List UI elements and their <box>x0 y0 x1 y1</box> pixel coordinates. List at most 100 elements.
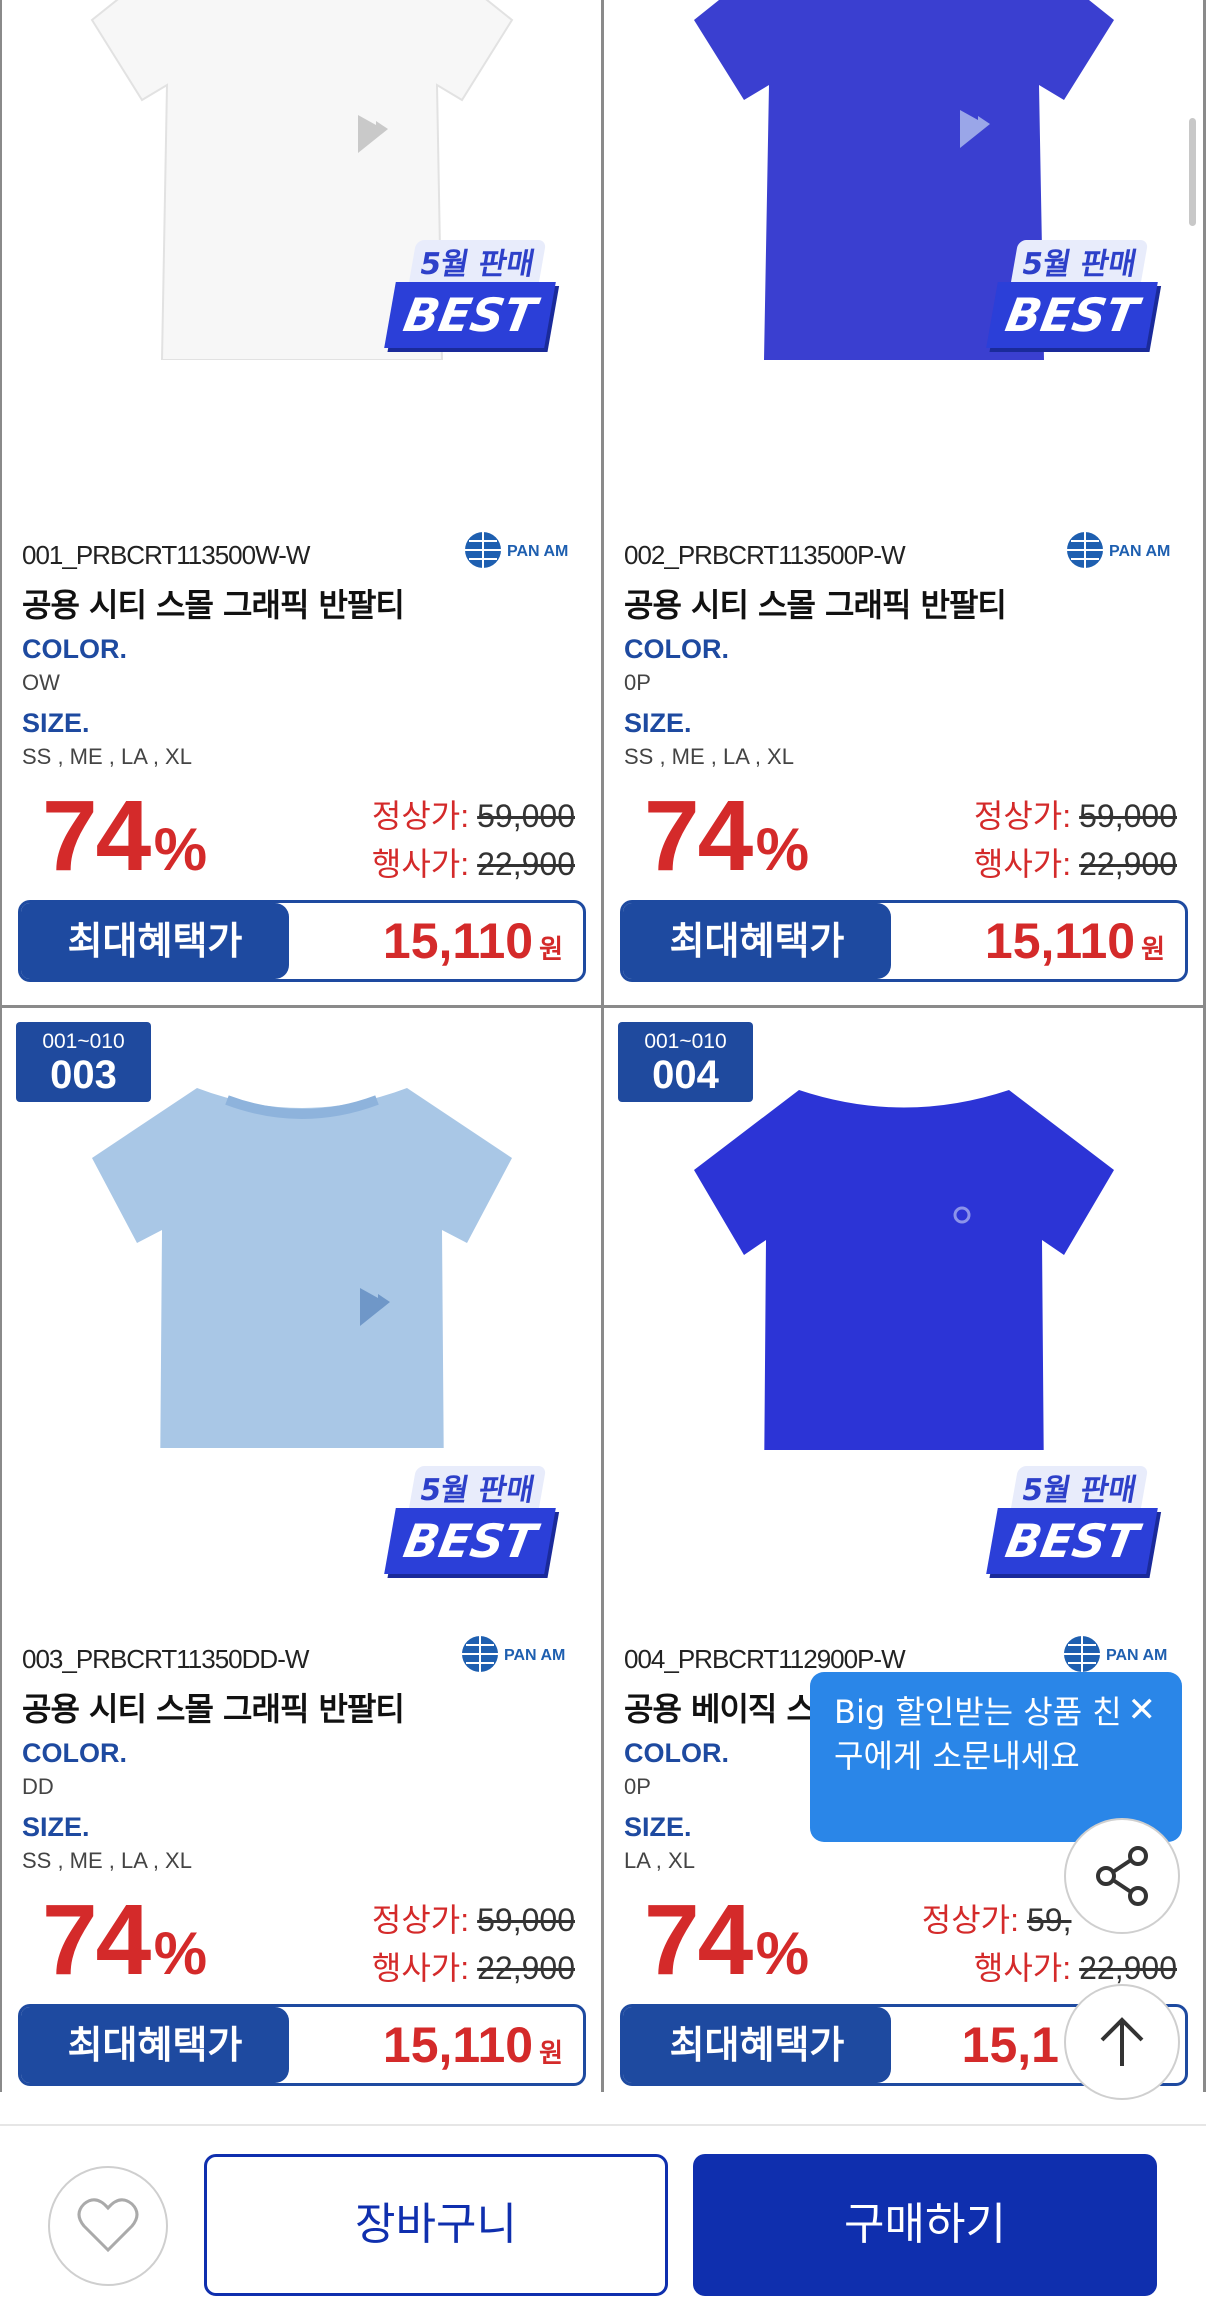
best-badge: 5월 판매 BEST <box>382 1466 556 1586</box>
benefit-label: 최대혜택가 <box>623 903 891 979</box>
benefit-label: 최대혜택가 <box>623 2007 891 2083</box>
buy-button[interactable]: 구매하기 <box>693 2154 1157 2296</box>
product-card[interactable]: 5월 판매 BEST 002_PRBCRT113500P-W PAN AM 공용… <box>604 0 1205 1005</box>
discount-number: 74 <box>644 780 753 892</box>
best-badge: 5월 판매 BEST <box>382 240 556 360</box>
brand-logo: PAN AM <box>465 532 568 568</box>
product-code: 004_PRBCRT112900P-W <box>624 1644 906 1674</box>
discount-percent: % <box>153 1920 208 1987</box>
regular-price-label: 정상가: <box>371 1902 470 1938</box>
regular-price-label: 정상가: <box>371 798 470 834</box>
color-label: COLOR. <box>22 1738 127 1768</box>
discount-percent: % <box>755 816 810 883</box>
size-value: SS , ME , LA , XL <box>22 1848 192 1873</box>
regular-price: 59,000 <box>477 798 575 834</box>
discount-percent: % <box>755 1920 810 1987</box>
bottom-action-bar: 장바구니 구매하기 <box>0 2124 1206 2323</box>
benefit-label: 최대혜택가 <box>21 903 289 979</box>
color-label: COLOR. <box>22 634 127 664</box>
size-label: SIZE. <box>22 708 90 738</box>
benefit-price: 15,1 <box>961 2017 1059 2073</box>
benefit-amount: 15,1 <box>961 2007 1065 2083</box>
brand-logo: PAN AM <box>462 1636 565 1672</box>
event-price-label: 행사가: <box>371 1950 470 1986</box>
event-price-label: 행사가: <box>371 846 470 882</box>
event-price: 22,900 <box>1079 1950 1177 1986</box>
discount-percent: % <box>153 816 208 883</box>
size-value: SS , ME , LA , XL <box>624 744 794 769</box>
event-price: 22,900 <box>1079 846 1177 882</box>
number-range: 001~010 <box>644 1030 727 1053</box>
price-block: 정상가: 59,000 행사가: 22,900 <box>974 792 1177 888</box>
color-value: 0P <box>624 1774 651 1799</box>
benefit-price: 15,110 <box>382 2017 534 2073</box>
brand-logo: PAN AM <box>1064 1636 1167 1672</box>
color-label: COLOR. <box>624 1738 729 1768</box>
discount-rate: 74 % <box>42 786 207 886</box>
benefit-amount: 15,110 원 <box>984 903 1165 979</box>
benefit-amount: 15,110 원 <box>383 903 563 979</box>
scrollbar[interactable] <box>1189 118 1196 226</box>
product-name[interactable]: 공용 시티 스몰 그래픽 반팔티 <box>22 1684 405 1730</box>
close-icon[interactable]: ✕ <box>1128 1688 1157 1732</box>
best-badge-text: BEST <box>986 1508 1158 1574</box>
currency-unit: 원 <box>539 2038 563 2068</box>
product-image[interactable] <box>644 1090 1164 1450</box>
size-label: SIZE. <box>624 708 692 738</box>
event-price: 22,900 <box>477 1950 575 1986</box>
event-price: 22,900 <box>477 846 575 882</box>
best-badge: 5월 판매 BEST <box>984 240 1158 360</box>
regular-price-label: 정상가: <box>973 798 1072 834</box>
product-name[interactable]: 공용 시티 스몰 그래픽 반팔티 <box>22 580 405 626</box>
benefit-amount: 15,110 원 <box>382 2007 563 2083</box>
discount-rate: 74 % <box>644 786 809 886</box>
best-badge: 5월 판매 BEST <box>984 1466 1158 1586</box>
tooltip-text: Big 할인받는 상품 친구에게 소문내세요 <box>834 1693 1122 1775</box>
color-value: OW <box>22 670 60 695</box>
share-tooltip: Big 할인받는 상품 친구에게 소문내세요 ✕ <box>810 1672 1182 1842</box>
currency-unit: 원 <box>1141 934 1165 964</box>
wishlist-button[interactable] <box>48 2166 168 2286</box>
scroll-top-button[interactable] <box>1064 1984 1180 2100</box>
product-card[interactable]: 5월 판매 BEST 001_PRBCRT113500W-W PAN AM 공용… <box>2 0 603 1005</box>
share-button[interactable] <box>1064 1818 1180 1934</box>
svg-text:PAN AM: PAN AM <box>504 1647 565 1664</box>
size-value: LA , XL <box>624 1848 695 1873</box>
size-label: SIZE. <box>22 1812 90 1842</box>
svg-text:PAN AM: PAN AM <box>507 543 568 560</box>
product-code: 003_PRBCRT11350DD-W <box>22 1644 309 1674</box>
discount-rate: 74 % <box>644 1890 809 1990</box>
benefit-price: 15,110 <box>984 913 1136 969</box>
regular-price-label: 정상가: <box>921 1902 1019 1938</box>
best-badge-text: BEST <box>384 282 556 348</box>
product-name[interactable]: 공용 베이직 스 <box>624 1684 816 1730</box>
svg-text:PAN AM: PAN AM <box>1106 1647 1167 1664</box>
benefit-price-bar: 최대혜택가 15,110 원 <box>18 900 586 982</box>
product-name[interactable]: 공용 시티 스몰 그래픽 반팔티 <box>624 580 1007 626</box>
benefit-price-bar: 최대혜택가 15,110 원 <box>620 900 1188 982</box>
color-value: DD <box>22 1774 54 1799</box>
heart-icon <box>77 2198 139 2253</box>
svg-text:PAN AM: PAN AM <box>1109 543 1170 560</box>
size-value: SS , ME , LA , XL <box>22 744 192 769</box>
brand-logo: PAN AM <box>1067 532 1170 568</box>
best-badge-text: BEST <box>986 282 1158 348</box>
color-value: 0P <box>624 670 651 695</box>
benefit-price-bar: 최대혜택가 15,110 원 <box>18 2004 586 2086</box>
best-badge-text: BEST <box>384 1508 556 1574</box>
discount-number: 74 <box>42 780 151 892</box>
arrow-up-icon <box>1100 2017 1144 2066</box>
discount-number: 74 <box>644 1884 753 1996</box>
size-label: SIZE. <box>624 1812 692 1842</box>
currency-unit: 원 <box>539 934 563 964</box>
price-block: 정상가: 59,000 행사가: 22,900 <box>372 792 575 888</box>
share-icon <box>1096 1846 1148 1906</box>
discount-rate: 74 % <box>42 1890 207 1990</box>
cart-button[interactable]: 장바구니 <box>204 2154 668 2296</box>
regular-price: 59,000 <box>1079 798 1177 834</box>
product-code: 002_PRBCRT113500P-W <box>624 540 906 570</box>
color-label: COLOR. <box>624 634 729 664</box>
discount-number: 74 <box>42 1884 151 1996</box>
price-block: 정상가: 59,000 행사가: 22,900 <box>372 1896 575 1992</box>
regular-price: 59,000 <box>477 1902 575 1938</box>
